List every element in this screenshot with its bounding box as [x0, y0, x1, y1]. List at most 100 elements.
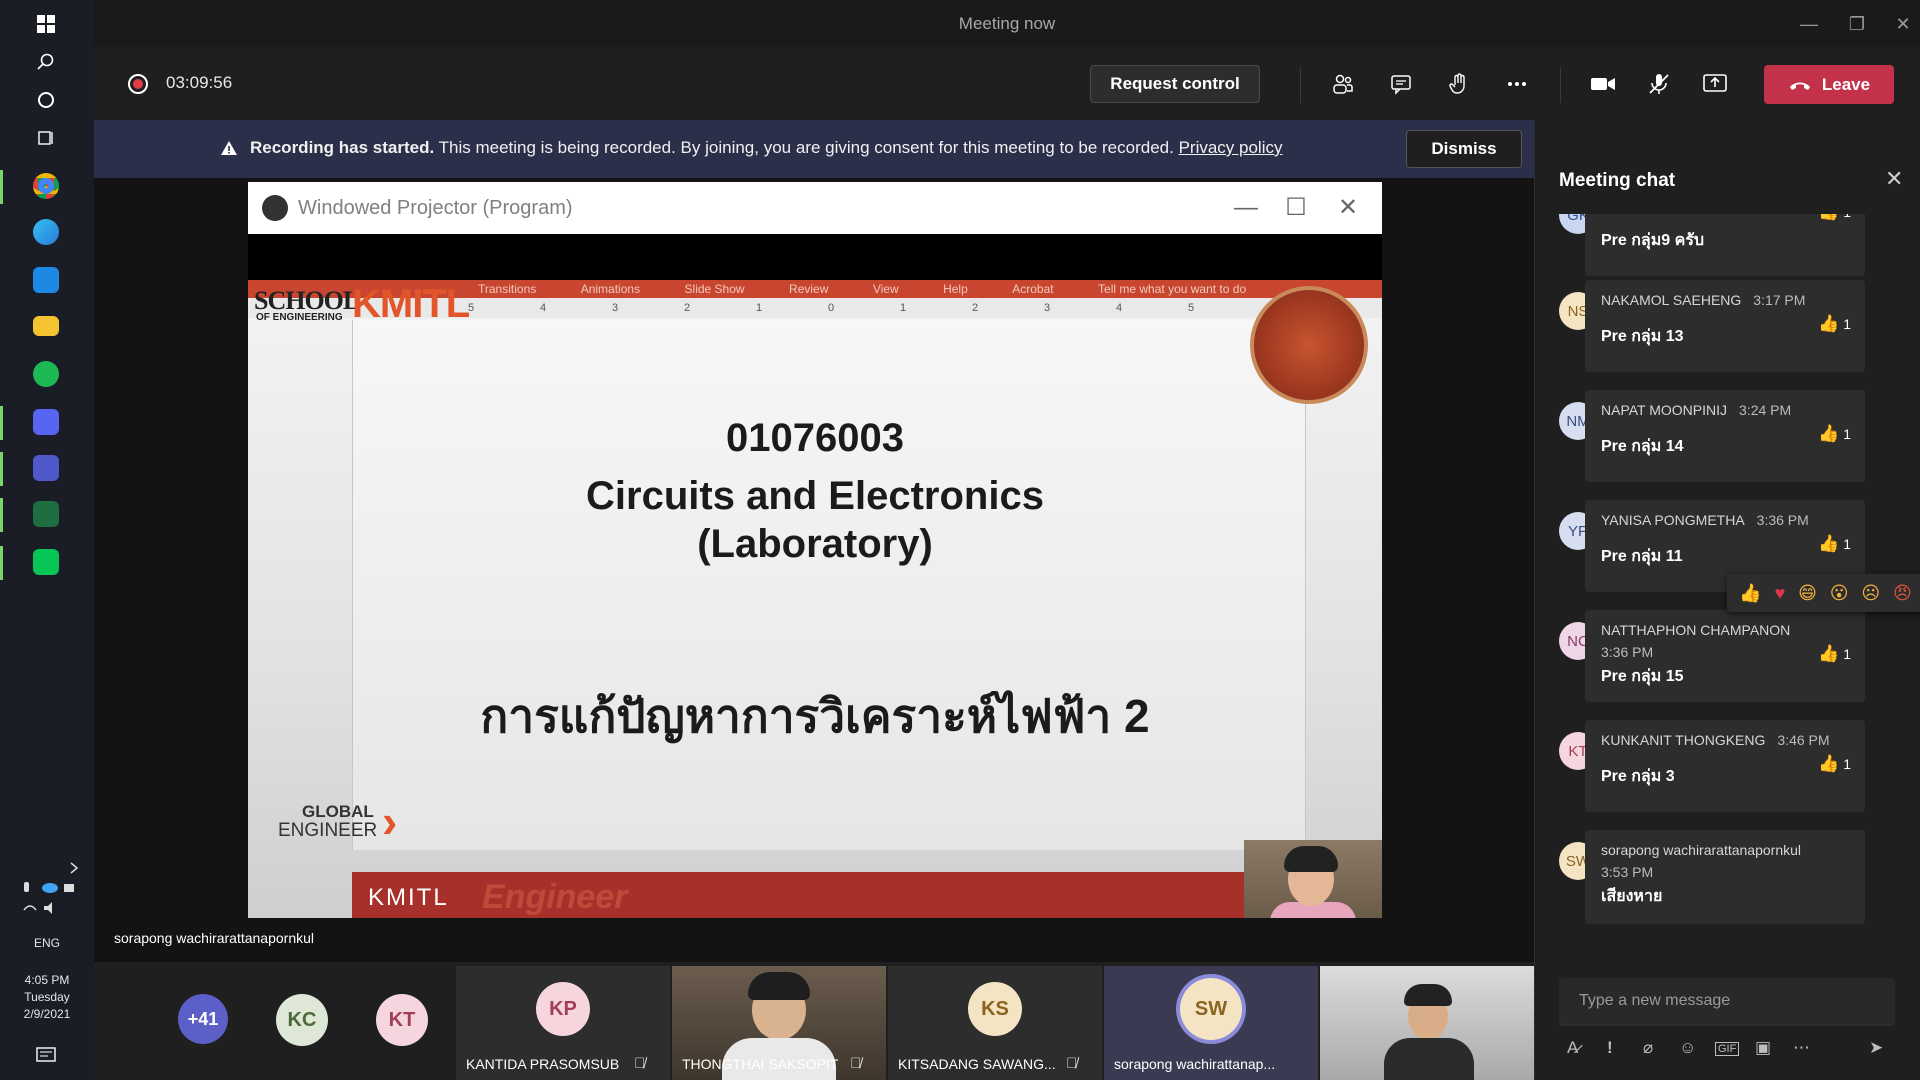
message-body: Pre กลุ่ม 14 — [1601, 438, 1684, 455]
reaction-count[interactable]: 👍 1 — [1818, 214, 1851, 222]
close-window-button[interactable]: ✕ — [1888, 10, 1918, 38]
slide-course-line1: Circuits and Electronics — [586, 474, 1044, 518]
reaction-count[interactable]: 👍 1 — [1818, 534, 1851, 554]
task-view-icon[interactable] — [30, 122, 62, 154]
chat-message[interactable]: NM NAPAT MOONPINIJ 3:24 PM Pre กลุ่ม 14 👍… — [1559, 390, 1889, 482]
sender-name: NAPAT MOONPINIJ — [1601, 402, 1728, 418]
request-control-button[interactable]: Request control — [1090, 65, 1260, 103]
more-participants-button[interactable]: +41 — [178, 994, 228, 1044]
message-time: 3:53 PM — [1601, 864, 1654, 880]
raise-hand-icon[interactable] — [1442, 67, 1476, 101]
participant-tile-sw[interactable]: SW sorapong wachirattanap... — [1104, 966, 1318, 1080]
like-reaction-icon[interactable]: 👍 — [1739, 583, 1761, 604]
chat-message[interactable]: GK Pre กลุ่ม9 ครับ 👍 1 — [1559, 214, 1889, 284]
window-title: Meeting now — [958, 14, 1056, 33]
recording-consent-text: This meeting is being recorded. By joini… — [438, 138, 1174, 157]
mic-off-icon: 🎙̸ — [634, 1055, 646, 1072]
line-icon[interactable] — [30, 546, 62, 578]
sad-reaction-icon[interactable]: ☹ — [1861, 583, 1880, 604]
participant-avatar-sw: SW — [1180, 978, 1242, 1040]
like-count: 1 — [1843, 316, 1851, 332]
close-chat-icon[interactable]: ✕ — [1885, 166, 1903, 192]
slide-course-title: Circuits and Electronics (Laboratory) — [248, 472, 1382, 568]
file-explorer-icon[interactable] — [30, 310, 62, 342]
minimize-button[interactable]: — — [1794, 10, 1824, 38]
thumbs-up-icon: 👍 — [1818, 644, 1840, 663]
ribbon-tab: Transitions — [478, 282, 537, 296]
restore-button[interactable]: ❐ — [1842, 10, 1872, 38]
participant-avatar-kc[interactable]: KC — [276, 994, 328, 1046]
mic-off-icon: 🎙̸ — [850, 1055, 862, 1072]
notifications-icon[interactable] — [30, 1040, 62, 1072]
edge-icon[interactable] — [30, 216, 62, 248]
clock-date: 2/9/2021 — [23, 1007, 71, 1021]
send-icon[interactable]: ➤ — [1869, 1038, 1883, 1058]
chat-message[interactable]: SW sorapong wachirarattanapornkul 3:53 P… — [1559, 830, 1889, 924]
participant-tile-video[interactable]: THONGTHAI SAKSOPIT 🎙̸ — [672, 966, 886, 1080]
windows-start-icon[interactable] — [30, 8, 62, 40]
message-body: Pre กลุ่ม 3 — [1601, 768, 1675, 785]
projector-title: Windowed Projector (Program) — [298, 197, 573, 219]
more-compose-options-icon[interactable]: ⋯ — [1793, 1038, 1810, 1058]
reaction-count[interactable]: 👍 1 — [1818, 424, 1851, 444]
participant-avatar-kt[interactable]: KT — [376, 994, 428, 1046]
system-tray[interactable] — [18, 880, 78, 920]
format-icon[interactable]: A̷ — [1567, 1038, 1578, 1058]
camera-icon[interactable] — [1586, 67, 1620, 101]
important-icon[interactable]: ! — [1607, 1038, 1613, 1058]
surprised-reaction-icon[interactable]: 😮 — [1830, 583, 1849, 604]
attach-icon[interactable]: ⌀ — [1643, 1038, 1653, 1058]
leave-label: Leave — [1821, 74, 1871, 94]
chat-message[interactable]: KT KUNKANIT THONGKENG 3:46 PM Pre กลุ่ม 3… — [1559, 720, 1889, 812]
reaction-count[interactable]: 👍 1 — [1818, 644, 1851, 664]
thumbs-up-icon: 👍 — [1818, 424, 1840, 443]
phone-hangup-icon — [1789, 82, 1810, 90]
privacy-policy-link[interactable]: Privacy policy — [1179, 138, 1283, 157]
global-logo-line1: GLOBAL — [302, 802, 374, 821]
sticker-icon[interactable]: ▣ — [1755, 1038, 1771, 1058]
participant-name: sorapong wachirattanap... — [1114, 1056, 1276, 1072]
chat-message-input[interactable]: Type a new message — [1559, 978, 1895, 1026]
shared-screen-stage: Windowed Projector (Program) — ☐ ✕ Trans… — [94, 178, 1534, 962]
title-bar: Meeting now — ❐ ✕ — [94, 0, 1920, 47]
excel-icon[interactable] — [30, 498, 62, 530]
footer-script: Engineer — [482, 878, 628, 916]
dismiss-button[interactable]: Dismiss — [1406, 130, 1522, 168]
ruler-tick: 1 — [756, 302, 763, 314]
chat-message-list[interactable]: GK Pre กลุ่ม9 ครับ 👍 1 NS NAKAMOL SAEHEN… — [1535, 214, 1920, 1064]
laugh-reaction-icon[interactable]: 😄 — [1798, 583, 1817, 604]
chrome-icon[interactable] — [30, 170, 62, 202]
taskbar-clock[interactable]: 4:05 PM Tuesday 2/9/2021 — [0, 972, 94, 1023]
share-screen-icon[interactable] — [1698, 67, 1732, 101]
angry-reaction-icon[interactable]: 😠 — [1893, 583, 1912, 604]
language-indicator[interactable]: ENG — [0, 936, 94, 950]
teams-icon[interactable] — [30, 452, 62, 484]
chat-icon[interactable] — [1384, 67, 1418, 101]
emoji-icon[interactable]: ☺ — [1679, 1038, 1696, 1058]
cortana-icon[interactable] — [30, 84, 62, 116]
mic-muted-icon[interactable] — [1642, 67, 1676, 101]
participant-tile-video-2[interactable] — [1320, 966, 1534, 1080]
leave-button[interactable]: Leave — [1764, 65, 1894, 104]
like-count: 1 — [1843, 646, 1851, 662]
recording-message: Recording has started. This meeting is b… — [250, 138, 1282, 158]
heart-reaction-icon[interactable]: ♥ — [1775, 583, 1786, 604]
participant-tile-kp[interactable]: KP KANTIDA PRASOMSUB 🎙̸ — [456, 966, 670, 1080]
message-time: 3:24 PM — [1739, 402, 1792, 418]
participant-avatar-ks: KS — [968, 982, 1022, 1036]
gif-icon[interactable]: GIF — [1715, 1042, 1740, 1056]
participants-icon[interactable] — [1326, 67, 1360, 101]
mail-icon[interactable] — [30, 264, 62, 296]
spotify-icon[interactable] — [30, 358, 62, 390]
chat-message[interactable]: NC NATTHAPHON CHAMPANON 3:36 PM Pre กลุ่… — [1559, 610, 1889, 702]
reaction-picker[interactable]: 👍 ♥ 😄 😮 ☹ 😠 ⋯ — [1727, 574, 1920, 612]
chat-message[interactable]: NS NAKAMOL SAEHENG 3:17 PM Pre กลุ่ม 13 👍… — [1559, 280, 1889, 372]
participant-tile-ks[interactable]: KS KITSADANG SAWANG... 🎙̸ — [888, 966, 1102, 1080]
school-of-engineering-logo: SCHOOL OF ENGINEERING KMITL — [250, 282, 470, 326]
search-icon[interactable] — [30, 46, 62, 78]
more-options-icon[interactable] — [1500, 67, 1534, 101]
reaction-count[interactable]: 👍 1 — [1818, 754, 1851, 774]
discord-icon[interactable] — [30, 406, 62, 438]
chat-title: Meeting chat — [1559, 170, 1676, 191]
reaction-count[interactable]: 👍 1 — [1818, 314, 1851, 334]
